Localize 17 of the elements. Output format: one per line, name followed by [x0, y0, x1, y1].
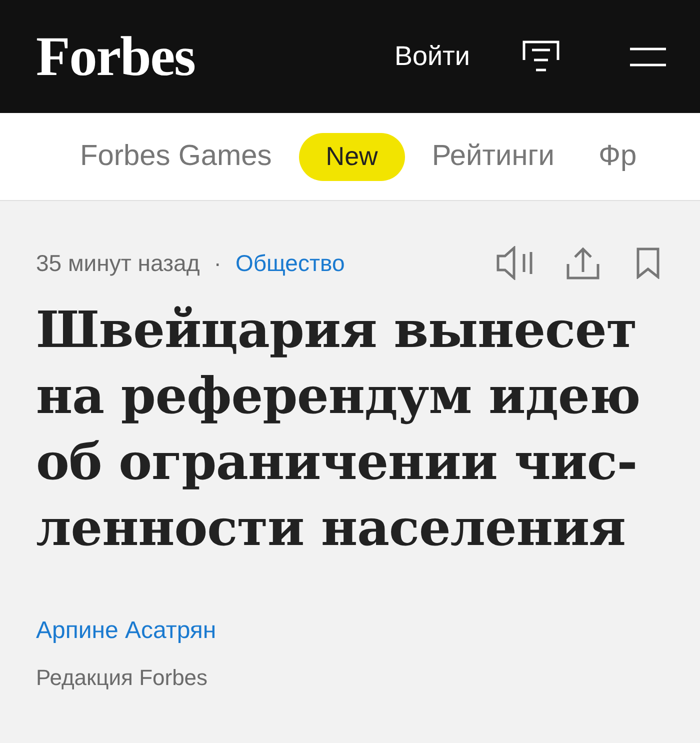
- new-badge[interactable]: New: [298, 132, 405, 180]
- author-role: Редакция Forbes: [36, 664, 209, 692]
- article-headline: Швейцария вынесет на референдум идею об ограничении чис- ленности населения: [36, 299, 642, 559]
- bookmark-icon[interactable]: [636, 247, 660, 279]
- share-icon[interactable]: [566, 246, 600, 280]
- article-list-icon[interactable]: [522, 40, 560, 74]
- logo[interactable]: Forbes: [36, 28, 195, 84]
- login-link[interactable]: Войти: [394, 36, 470, 77]
- author-link[interactable]: Арпине Асатрян: [36, 613, 664, 649]
- speaker-icon[interactable]: [496, 246, 534, 280]
- nav-link[interactable]: Forbes Games: [80, 134, 272, 178]
- separator: ·: [214, 248, 222, 278]
- nav-link[interactable]: Фр: [598, 134, 637, 178]
- menu-icon[interactable]: [630, 46, 666, 66]
- category-link[interactable]: Общество: [235, 246, 345, 280]
- nav-link[interactable]: Рейтинги: [432, 134, 554, 178]
- publish-time: 35 минут назад: [36, 248, 200, 278]
